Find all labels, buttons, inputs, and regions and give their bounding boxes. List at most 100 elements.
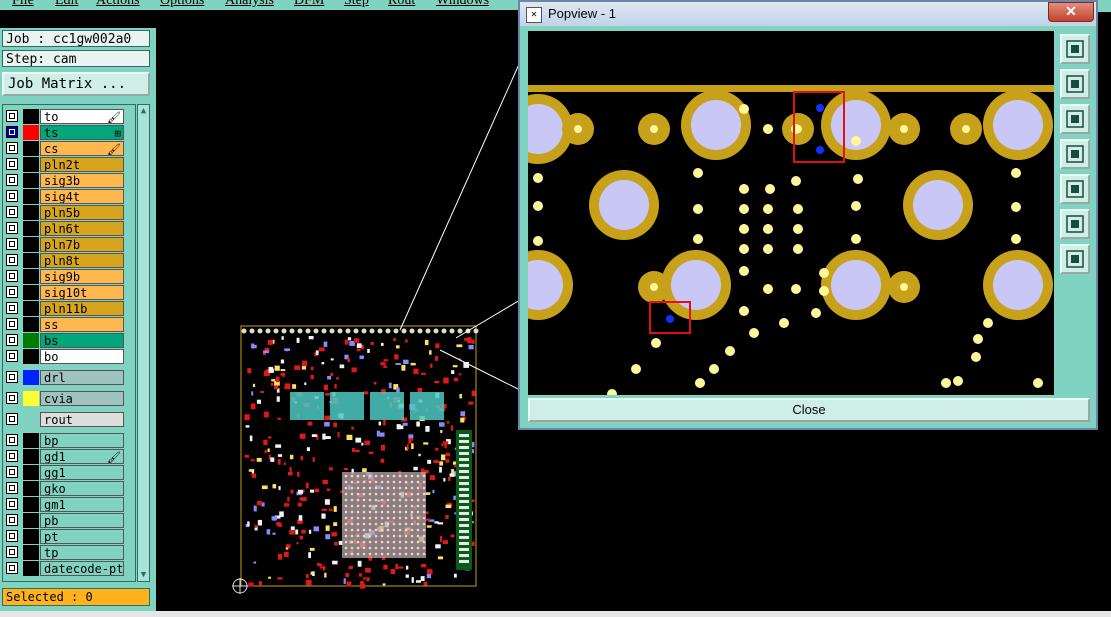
layer-row-pt[interactable]: pt bbox=[4, 529, 128, 544]
layer-name[interactable]: ss bbox=[40, 317, 124, 332]
layer-checkbox[interactable] bbox=[6, 222, 18, 234]
layer-checkbox[interactable] bbox=[6, 371, 18, 383]
layer-checkbox[interactable] bbox=[6, 514, 18, 526]
menu-actions[interactable]: Actions bbox=[96, 0, 140, 9]
layer-row-sig9b[interactable]: sig9b bbox=[4, 269, 128, 284]
layer-checkbox[interactable] bbox=[6, 466, 18, 478]
popview-titlebar[interactable]: ✕ Popview - 1 ✕ bbox=[520, 2, 1096, 26]
layer-checkbox[interactable] bbox=[6, 158, 18, 170]
layer-checkbox[interactable] bbox=[6, 413, 18, 425]
layer-name[interactable]: rout bbox=[40, 412, 124, 427]
layer-checkbox[interactable] bbox=[6, 126, 18, 138]
layer-name[interactable]: pt bbox=[40, 529, 124, 544]
menu-step[interactable]: Step bbox=[344, 0, 369, 9]
layer-color-swatch[interactable] bbox=[23, 433, 39, 448]
layer-color-swatch[interactable] bbox=[23, 391, 39, 406]
layer-name[interactable]: datecode-pt bbox=[40, 561, 124, 576]
layer-checkbox[interactable] bbox=[6, 206, 18, 218]
layer-checkbox[interactable] bbox=[6, 302, 18, 314]
layer-color-swatch[interactable] bbox=[23, 412, 39, 427]
layer-checkbox[interactable] bbox=[6, 270, 18, 282]
layer-row-gko[interactable]: gko bbox=[4, 481, 128, 496]
layer-row-to[interactable]: to 🖌 bbox=[4, 109, 128, 124]
layer-name[interactable]: sig4t bbox=[40, 189, 124, 204]
layer-row-pln5b[interactable]: pln5b bbox=[4, 205, 128, 220]
layer-checkbox[interactable] bbox=[6, 350, 18, 362]
layer-row-pln8t[interactable]: pln8t bbox=[4, 253, 128, 268]
layer-checkbox[interactable] bbox=[6, 562, 18, 574]
layer-name[interactable]: bo bbox=[40, 349, 124, 364]
layer-row-bo[interactable]: bo bbox=[4, 349, 128, 364]
menu-rout[interactable]: Rout bbox=[388, 0, 415, 9]
layer-name[interactable]: ts ⊞ bbox=[40, 125, 124, 140]
layer-checkbox[interactable] bbox=[6, 392, 18, 404]
layer-row-cvia[interactable]: cvia bbox=[4, 391, 128, 406]
scroll-down-icon[interactable]: ▼ bbox=[138, 569, 149, 581]
zoom-fit-icon[interactable] bbox=[1060, 209, 1090, 239]
layer-color-swatch[interactable] bbox=[23, 481, 39, 496]
layer-row-bp[interactable]: bp bbox=[4, 433, 128, 448]
layer-row-datecode-pt[interactable]: datecode-pt bbox=[4, 561, 128, 576]
layer-name[interactable]: to 🖌 bbox=[40, 109, 124, 124]
layer-row-pb[interactable]: pb bbox=[4, 513, 128, 528]
layer-checkbox[interactable] bbox=[6, 434, 18, 446]
layer-color-swatch[interactable] bbox=[23, 561, 39, 576]
zoom-out-icon[interactable] bbox=[1060, 244, 1090, 274]
layer-name[interactable]: pln8t bbox=[40, 253, 124, 268]
layer-name[interactable]: tp bbox=[40, 545, 124, 560]
pan-right-icon[interactable] bbox=[1060, 174, 1090, 204]
layer-name[interactable]: pln11b bbox=[40, 301, 124, 316]
menu-edit[interactable]: Edit bbox=[55, 0, 78, 9]
layer-row-sig4t[interactable]: sig4t bbox=[4, 189, 128, 204]
layer-row-tp[interactable]: tp bbox=[4, 545, 128, 560]
layer-row-gd1[interactable]: gd1 🖌 bbox=[4, 449, 128, 464]
layer-row-pln7b[interactable]: pln7b bbox=[4, 237, 128, 252]
layer-row-sig10t[interactable]: sig10t bbox=[4, 285, 128, 300]
scroll-up-icon[interactable]: ▲ bbox=[138, 105, 149, 117]
layer-name[interactable]: bp bbox=[40, 433, 124, 448]
layer-checkbox[interactable] bbox=[6, 286, 18, 298]
layer-name[interactable]: pln6t bbox=[40, 221, 124, 236]
layer-name[interactable]: gko bbox=[40, 481, 124, 496]
layer-color-swatch[interactable] bbox=[23, 221, 39, 236]
layer-checkbox[interactable] bbox=[6, 498, 18, 510]
layer-checkbox[interactable] bbox=[6, 238, 18, 250]
close-button[interactable]: Close bbox=[528, 398, 1090, 422]
layer-row-gm1[interactable]: gm1 bbox=[4, 497, 128, 512]
layer-color-swatch[interactable] bbox=[23, 253, 39, 268]
layer-color-swatch[interactable] bbox=[23, 529, 39, 544]
close-icon[interactable]: ✕ bbox=[1048, 2, 1094, 22]
menu-analysis[interactable]: Analysis bbox=[225, 0, 274, 9]
layer-checkbox[interactable] bbox=[6, 482, 18, 494]
layer-row-drl[interactable]: drl bbox=[4, 370, 128, 385]
layer-color-swatch[interactable] bbox=[23, 269, 39, 284]
menu-options[interactable]: Options bbox=[160, 0, 204, 9]
pan-down-icon[interactable] bbox=[1060, 104, 1090, 134]
layer-color-swatch[interactable] bbox=[23, 141, 39, 156]
layer-color-swatch[interactable] bbox=[23, 109, 39, 124]
layer-row-gg1[interactable]: gg1 bbox=[4, 465, 128, 480]
layer-name[interactable]: cs 🖌 bbox=[40, 141, 124, 156]
layer-color-swatch[interactable] bbox=[23, 173, 39, 188]
layer-color-swatch[interactable] bbox=[23, 285, 39, 300]
layer-color-swatch[interactable] bbox=[23, 513, 39, 528]
layer-row-pln6t[interactable]: pln6t bbox=[4, 221, 128, 236]
layer-checkbox[interactable] bbox=[6, 450, 18, 462]
layer-row-sig3b[interactable]: sig3b bbox=[4, 173, 128, 188]
layer-color-swatch[interactable] bbox=[23, 125, 39, 140]
pcb-overview[interactable] bbox=[230, 320, 500, 600]
layer-color-swatch[interactable] bbox=[23, 497, 39, 512]
layer-color-swatch[interactable] bbox=[23, 465, 39, 480]
pan-left-icon[interactable] bbox=[1060, 139, 1090, 169]
layer-row-pln2t[interactable]: pln2t bbox=[4, 157, 128, 172]
layer-checkbox[interactable] bbox=[6, 546, 18, 558]
job-matrix-button[interactable]: Job Matrix ... bbox=[2, 72, 150, 96]
layer-row-bs[interactable]: bs bbox=[4, 333, 128, 348]
layer-checkbox[interactable] bbox=[6, 530, 18, 542]
layer-color-swatch[interactable] bbox=[23, 333, 39, 348]
layer-color-swatch[interactable] bbox=[23, 157, 39, 172]
layer-color-swatch[interactable] bbox=[23, 545, 39, 560]
layer-checkbox[interactable] bbox=[6, 142, 18, 154]
layer-color-swatch[interactable] bbox=[23, 205, 39, 220]
layer-row-rout[interactable]: rout bbox=[4, 412, 128, 427]
